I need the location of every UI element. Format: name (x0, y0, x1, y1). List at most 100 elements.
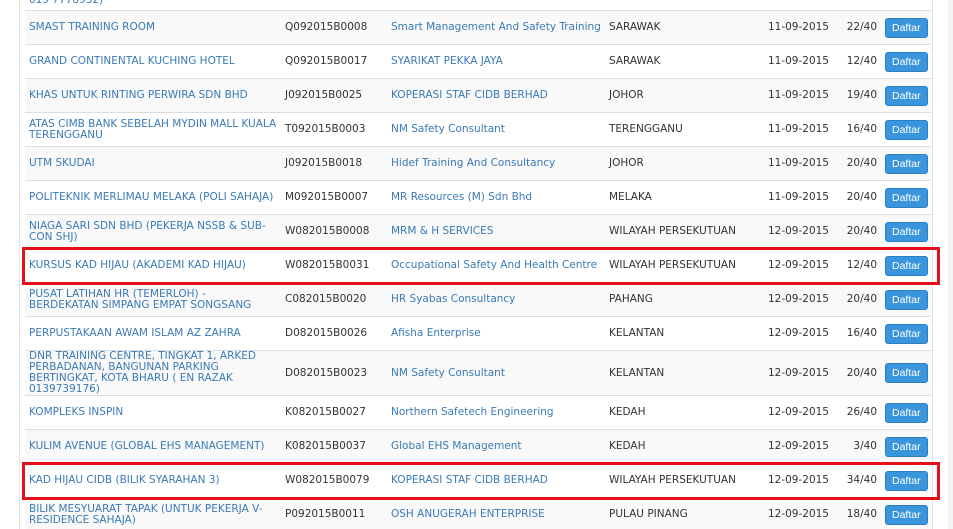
right-border (932, 0, 933, 529)
provider-link[interactable]: NM Safety Consultant (387, 112, 605, 147)
provider-link[interactable]: Hidef Training And Consultancy (387, 146, 605, 181)
table-body: 019 7778932) SMAST TRAINING ROOM Q092015… (25, 0, 931, 529)
state-cell: KELANTAN (605, 350, 745, 396)
location-link[interactable]: ATAS CIMB BANK SEBELAH MYDIN MALL KUALA … (25, 112, 281, 147)
course-code: Q092015B0017 (281, 44, 387, 79)
location-link[interactable]: PERPUSTAKAAN AWAM ISLAM AZ ZAHRA (25, 316, 281, 351)
date-cell: 12-09-2015 (745, 214, 833, 249)
register-button[interactable]: Daftar (885, 51, 928, 72)
date-cell: 11-09-2015 (745, 112, 833, 147)
provider-link[interactable]: HR Syabas Consultancy (387, 282, 605, 317)
course-code: D082015B0026 (281, 316, 387, 351)
capacity-cell: 20/40 (833, 214, 881, 249)
capacity-cell: 3/40 (833, 429, 881, 464)
provider-link[interactable]: Global EHS Management (387, 429, 605, 464)
location-link[interactable]: POLITEKNIK MERLIMAU MELAKA (POLI SAHAJA) (25, 180, 281, 215)
state-cell: KEDAH (605, 395, 745, 430)
provider-link[interactable]: SYARIKAT PEKKA JAYA (387, 44, 605, 79)
table-row: BILIK MESYUARAT TAPAK (UNTUK PEKERJA V-R… (25, 497, 931, 529)
course-code: W082015B0008 (281, 214, 387, 249)
register-button[interactable]: Daftar (885, 119, 928, 140)
location-link[interactable]: KULIM AVENUE (GLOBAL EHS MANAGEMENT) (25, 429, 281, 464)
date-cell: 12-09-2015 (745, 497, 833, 529)
table-row: ATAS CIMB BANK SEBELAH MYDIN MALL KUALA … (25, 112, 931, 147)
action-cell: Daftar (881, 316, 931, 351)
provider-link[interactable]: Occupational Safety And Health Centre (387, 248, 605, 283)
course-code: C082015B0020 (281, 282, 387, 317)
location-link[interactable]: KURSUS KAD HIJAU (AKADEMI KAD HIJAU) (25, 248, 281, 283)
provider-link[interactable]: MR Resources (M) Sdn Bhd (387, 180, 605, 215)
date-cell: 12-09-2015 (745, 248, 833, 283)
state-cell: MELAKA (605, 180, 745, 215)
location-link[interactable]: KHAS UNTUK RINTING PERWIRA SDN BHD (25, 78, 281, 113)
capacity-cell: 16/40 (833, 316, 881, 351)
state-cell: PULAU PINANG (605, 497, 745, 529)
table-row: KOMPLEKS INSPIN K082015B0027 Northern Sa… (25, 395, 931, 430)
table-row-partial: 019 7778932) (25, 0, 931, 11)
course-code: Q092015B0008 (281, 10, 387, 45)
location-link[interactable]: 019 7778932) (25, 0, 281, 11)
table-row: POLITEKNIK MERLIMAU MELAKA (POLI SAHAJA)… (25, 180, 931, 215)
capacity-cell: 26/40 (833, 395, 881, 430)
date-cell: 12-09-2015 (745, 350, 833, 396)
action-cell: Daftar (881, 214, 931, 249)
location-link[interactable]: BILIK MESYUARAT TAPAK (UNTUK PEKERJA V-R… (25, 497, 281, 529)
location-link[interactable]: UTM SKUDAI (25, 146, 281, 181)
location-link[interactable]: PUSAT LATIHAN HR (TEMERLOH) - BERDEKATAN… (25, 282, 281, 317)
location-link[interactable]: DNR TRAINING CENTRE, TINGKAT 1, ARKED PE… (25, 350, 281, 396)
register-button[interactable]: Daftar (885, 436, 928, 457)
provider-link[interactable]: Afisha Enterprise (387, 316, 605, 351)
location-link[interactable]: GRAND CONTINENTAL KUCHING HOTEL (25, 44, 281, 79)
register-button[interactable]: Daftar (885, 402, 928, 423)
course-code: D082015B0023 (281, 350, 387, 396)
register-button[interactable]: Daftar (885, 187, 928, 208)
course-code: K082015B0027 (281, 395, 387, 430)
provider-link[interactable]: OSH ANUGERAH ENTERPRISE (387, 497, 605, 529)
register-button[interactable]: Daftar (885, 363, 928, 383)
register-button[interactable]: Daftar (885, 504, 928, 525)
capacity-cell: 20/40 (833, 146, 881, 181)
location-link[interactable]: NIAGA SARI SDN BHD (PEKERJA NSSB & SUB-C… (25, 214, 281, 249)
action-cell: Daftar (881, 112, 931, 147)
action-cell: Daftar (881, 463, 931, 498)
capacity-cell: 34/40 (833, 463, 881, 498)
register-button[interactable]: Daftar (885, 255, 928, 276)
capacity-cell: 20/40 (833, 282, 881, 317)
register-button[interactable]: Daftar (885, 289, 928, 310)
provider-link[interactable]: NM Safety Consultant (387, 350, 605, 396)
location-link[interactable]: SMAST TRAINING ROOM (25, 10, 281, 45)
table-row: PUSAT LATIHAN HR (TEMERLOH) - BERDEKATAN… (25, 282, 931, 317)
action-cell: Daftar (881, 10, 931, 45)
provider-link[interactable]: Smart Management And Safety Training (387, 10, 605, 45)
state-cell: KELANTAN (605, 316, 745, 351)
capacity-cell: 18/40 (833, 497, 881, 529)
course-code: K082015B0037 (281, 429, 387, 464)
course-code: T092015B0003 (281, 112, 387, 147)
register-button[interactable]: Daftar (885, 323, 928, 344)
register-button[interactable]: Daftar (885, 221, 928, 242)
table-row: KHAS UNTUK RINTING PERWIRA SDN BHD J0920… (25, 78, 931, 113)
course-schedule-table: 019 7778932) SMAST TRAINING ROOM Q092015… (25, 0, 931, 529)
state-cell: SARAWAK (605, 44, 745, 79)
action-cell: Daftar (881, 350, 931, 396)
table-row: KULIM AVENUE (GLOBAL EHS MANAGEMENT) K08… (25, 429, 931, 464)
provider-link[interactable]: KOPERASI STAF CIDB BERHAD (387, 463, 605, 498)
location-link[interactable]: KOMPLEKS INSPIN (25, 395, 281, 430)
table-row: NIAGA SARI SDN BHD (PEKERJA NSSB & SUB-C… (25, 214, 931, 249)
vertical-scrollbar[interactable] (948, 0, 953, 529)
state-cell: PAHANG (605, 282, 745, 317)
course-code: J092015B0025 (281, 78, 387, 113)
register-button[interactable]: Daftar (885, 470, 928, 491)
provider-link[interactable]: MRM & H SERVICES (387, 214, 605, 249)
register-button[interactable]: Daftar (885, 153, 928, 174)
action-cell: Daftar (881, 497, 931, 529)
course-code: J092015B0018 (281, 146, 387, 181)
provider-link[interactable]: Northern Safetech Engineering (387, 395, 605, 430)
provider-link[interactable]: KOPERASI STAF CIDB BERHAD (387, 78, 605, 113)
register-button[interactable]: Daftar (885, 85, 928, 106)
location-link[interactable]: KAD HIJAU CIDB (BILIK SYARAHAN 3) (25, 463, 281, 498)
register-button[interactable]: Daftar (885, 17, 928, 38)
action-cell: Daftar (881, 248, 931, 283)
capacity-cell: 20/40 (833, 350, 881, 396)
date-cell: 12-09-2015 (745, 316, 833, 351)
